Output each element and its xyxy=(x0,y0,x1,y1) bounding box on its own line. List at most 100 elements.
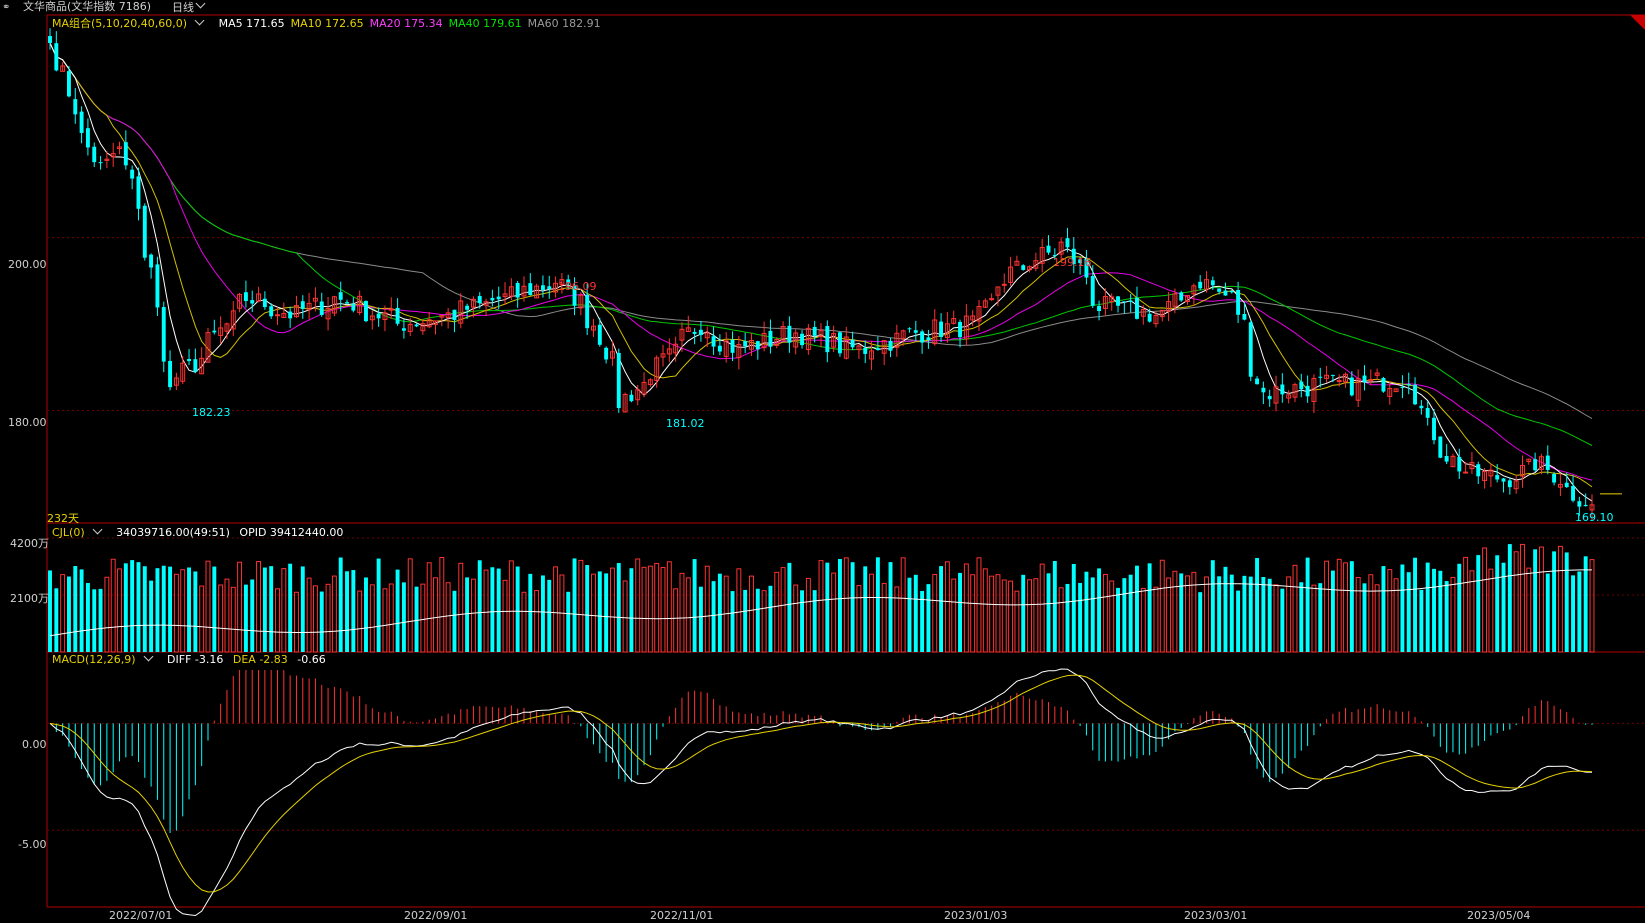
volume-bar xyxy=(1362,583,1367,652)
volume-bar xyxy=(666,561,672,653)
volume-bar xyxy=(1476,555,1481,652)
volume-bar xyxy=(1267,578,1272,652)
volume-bar xyxy=(837,558,842,652)
volume-bar xyxy=(1229,574,1234,652)
candle-body xyxy=(800,333,805,346)
volume-bar xyxy=(1248,576,1253,652)
volume-bar xyxy=(1217,576,1222,652)
volume-bar xyxy=(856,585,862,653)
volume-bar xyxy=(1039,563,1045,653)
candle-body xyxy=(1242,313,1247,320)
volume-bar xyxy=(900,557,906,653)
ma-value-item: MA10 172.65 xyxy=(290,17,364,30)
volume-bar xyxy=(780,567,786,653)
x-axis-label: 2023/03/01 xyxy=(1184,909,1248,922)
volume-bar xyxy=(1538,546,1544,653)
volume-bar xyxy=(477,560,482,652)
volume-bar xyxy=(920,590,925,652)
candle-body xyxy=(1571,485,1576,501)
candle-body xyxy=(787,325,792,343)
volume-bar xyxy=(1469,570,1475,653)
volume-bar xyxy=(1191,571,1197,653)
volume-bar xyxy=(345,571,349,652)
x-axis-label: 2022/09/01 xyxy=(404,909,468,922)
volume-bar xyxy=(547,579,552,652)
volume-bar xyxy=(502,579,508,653)
volume-bar xyxy=(1065,583,1070,652)
candle-body xyxy=(1406,384,1411,386)
candle-body xyxy=(98,162,103,164)
volume-indicator-selector[interactable]: CJL(0) xyxy=(52,524,107,539)
volume-bar xyxy=(1052,560,1057,652)
volume-bar xyxy=(1571,575,1576,652)
volume-bar xyxy=(1122,578,1127,652)
candle-body xyxy=(743,341,748,347)
candle-body xyxy=(1261,387,1266,393)
volume-bar xyxy=(224,578,230,653)
ma40-line xyxy=(49,42,1593,446)
candle-body xyxy=(345,302,349,304)
volume-bar xyxy=(591,573,596,653)
volume-bar xyxy=(1255,558,1260,652)
volume-bar xyxy=(173,573,179,653)
volume-bar xyxy=(155,568,160,652)
volume-bar xyxy=(1488,568,1494,653)
candle-body xyxy=(1217,288,1222,292)
diff-value: DIFF -3.16 xyxy=(167,653,224,666)
volume-bar xyxy=(73,566,78,652)
volume-bar xyxy=(982,568,988,653)
candle-body xyxy=(1552,473,1557,483)
volume-bar xyxy=(1545,573,1550,652)
candle-body xyxy=(1583,504,1588,507)
candle-body xyxy=(1476,464,1481,477)
volume-bar xyxy=(243,584,248,652)
candle-body xyxy=(1400,386,1405,388)
volume-bar xyxy=(319,591,324,652)
candle-body xyxy=(1122,301,1127,303)
macd-indicator-selector[interactable]: MACD(12,26,9) xyxy=(52,651,158,666)
volume-bar xyxy=(787,562,792,652)
volume-bar xyxy=(635,558,641,653)
volume-bar xyxy=(237,561,243,653)
candle-body xyxy=(730,339,735,353)
volume-bar xyxy=(1116,587,1120,652)
volume-bar xyxy=(932,573,938,653)
candle-body xyxy=(1507,480,1512,488)
volume-bar xyxy=(888,562,893,652)
candle-body xyxy=(926,337,931,341)
candle-body xyxy=(319,301,324,315)
main-indicator-header: MA组合(5,10,20,40,60,0) MA5 171.65 MA10 172… xyxy=(52,15,613,31)
volume-bar xyxy=(1318,583,1323,652)
volume-bar xyxy=(755,588,760,652)
volume-bar xyxy=(1438,570,1443,652)
volume-bar xyxy=(452,590,457,652)
volume-bar xyxy=(1223,566,1228,652)
volume-bar xyxy=(958,572,962,652)
volume-bar xyxy=(572,558,577,652)
volume-bar xyxy=(294,591,299,653)
chart-canvas[interactable] xyxy=(0,0,1645,923)
volume-bar xyxy=(1159,559,1165,653)
volume-bar xyxy=(92,589,97,652)
volume-bar xyxy=(1533,549,1538,652)
volume-bar xyxy=(1413,557,1418,652)
ma-value-item: MA20 175.34 xyxy=(369,17,443,30)
volume-bar xyxy=(288,563,293,652)
volume-bar xyxy=(711,581,716,652)
macd-indicator-label: MACD(12,26,9) xyxy=(52,653,136,666)
chevron-down-icon xyxy=(143,651,153,662)
ma20-line xyxy=(49,42,1593,481)
candle-body xyxy=(1457,456,1462,472)
volume-bar xyxy=(275,588,280,653)
volume-bar xyxy=(622,580,628,653)
volume-bar xyxy=(585,565,590,652)
candle-body xyxy=(1248,322,1253,377)
volume-bar xyxy=(212,566,217,652)
macd-axis-label-0: 0.00 xyxy=(22,738,47,751)
ma-indicator-selector[interactable]: MA组合(5,10,20,40,60,0) xyxy=(52,15,209,30)
dea-line xyxy=(49,674,1593,893)
volume-bar xyxy=(704,565,710,653)
volume-bar xyxy=(597,571,602,652)
candle-body xyxy=(1381,377,1386,392)
volume-bar xyxy=(508,560,514,653)
